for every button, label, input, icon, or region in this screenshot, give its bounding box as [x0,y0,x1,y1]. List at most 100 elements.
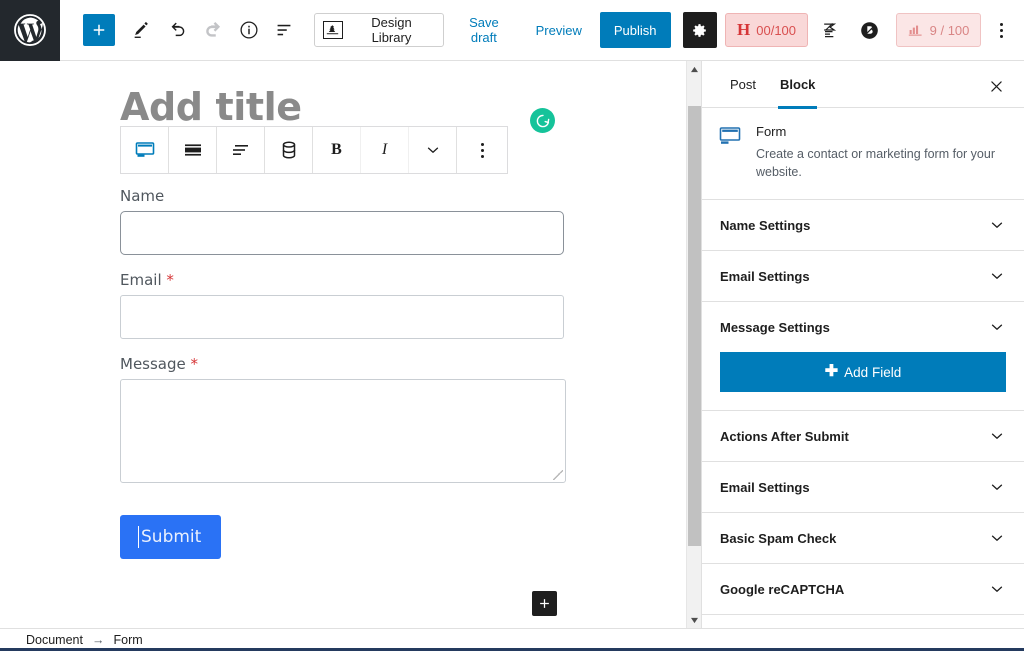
wordpress-logo[interactable] [0,0,60,61]
field-label-text: Name [120,187,164,205]
field-label-text: Email [120,271,162,289]
panel-message-settings: Message Settings ✚ Add Field [702,302,1024,411]
grammarly-icon[interactable] [530,108,555,133]
breadcrumb-document[interactable]: Document [26,633,83,647]
database-icon[interactable] [265,127,313,173]
canvas-scrollbar[interactable] [686,61,701,628]
seo-score: 9 / 100 [930,23,970,38]
hemingway-mark: H [737,20,750,40]
block-options-icon[interactable] [457,127,507,173]
preview-button[interactable]: Preview [524,15,594,46]
close-icon[interactable] [981,71,1011,101]
submit-button-label: Submit [141,527,201,547]
panel-header[interactable]: Basic Spam Check [702,513,1024,563]
form-field-email: Email * [120,271,566,339]
redo-icon[interactable] [195,12,230,48]
panel-email-settings-1: Email Settings [702,251,1024,302]
top-bar-left-tools: Design Library [60,12,444,48]
block-toolbar: B I [120,126,508,174]
block-settings-sidebar: Post Block Form Create a contact or mark… [701,61,1024,628]
chevron-down-icon [988,478,1006,496]
plus-icon: ✚ [825,364,838,380]
form-icon [718,124,742,181]
publish-button[interactable]: Publish [600,12,671,48]
chevron-down-icon [988,427,1006,445]
more-options-icon[interactable] [985,12,1018,48]
undo-icon[interactable] [160,12,195,48]
design-library-button[interactable]: Design Library [314,13,444,47]
panel-header[interactable]: Name Settings [702,200,1024,250]
readability-icon[interactable] [814,13,847,47]
form-field-message: Message * [120,355,566,483]
field-label-text: Message [120,355,186,373]
block-card-description: Create a contact or marketing form for y… [756,145,1006,181]
hemingway-score: 00/100 [756,23,796,38]
panel-actions-after-submit: Actions After Submit [702,411,1024,462]
scroll-up-arrow-icon[interactable] [687,61,702,77]
panel-title: Email Settings [720,269,810,284]
required-marker: * [166,271,174,289]
panel-title: Google reCAPTCHA [720,582,844,597]
editor-top-bar: Design Library Save draft Preview Publis… [0,0,1024,61]
editor-canvas: Add title [0,61,700,628]
text-caret [138,526,139,548]
panel-header[interactable]: Actions After Submit [702,411,1024,461]
panel-title: Basic Spam Check [720,531,836,546]
align-full-icon[interactable] [169,127,217,173]
form-block: Name Email * Message * [120,187,566,559]
panel-header[interactable]: Email Settings [702,462,1024,512]
breadcrumb-separator: → [92,633,105,647]
scrollbar-thumb[interactable] [688,106,701,546]
resize-grip-icon[interactable] [553,470,563,480]
chevron-down-icon [988,267,1006,285]
post-title-placeholder[interactable]: Add title [120,85,302,129]
panel-email-settings-2: Email Settings [702,462,1024,513]
breadcrumb-form[interactable]: Form [113,633,142,647]
block-inserter-button[interactable] [532,591,557,616]
add-block-button[interactable] [83,14,115,46]
italic-icon[interactable]: I [361,127,409,173]
chevron-down-icon [988,216,1006,234]
design-library-label: Design Library [351,15,432,45]
field-label: Email * [120,271,566,289]
message-textarea[interactable] [120,379,566,483]
more-rich-text-icon[interactable] [409,127,457,173]
top-bar-right-tools: Save draft Preview Publish H 00/100 [444,7,1024,53]
sidebar-tabs: Post Block [702,61,1024,108]
chevron-down-icon [988,580,1006,598]
chevron-down-icon [988,529,1006,547]
tab-post[interactable]: Post [718,61,768,108]
tab-block[interactable]: Block [768,61,827,108]
field-label: Name [120,187,566,205]
panel-header[interactable]: Message Settings [702,302,1024,352]
list-view-icon[interactable] [266,12,301,48]
panel-name-settings: Name Settings [702,200,1024,251]
name-input[interactable] [120,211,564,255]
email-input[interactable] [120,295,564,339]
edit-tool-icon[interactable] [125,12,160,48]
panel-basic-spam-check: Basic Spam Check [702,513,1024,564]
settings-gear-icon[interactable] [683,12,717,48]
add-field-button[interactable]: ✚ Add Field [720,352,1006,392]
scroll-down-arrow-icon[interactable] [687,612,702,628]
panel-title: Email Settings [720,480,810,495]
hemingway-score-badge[interactable]: H 00/100 [725,13,808,47]
justify-icon[interactable] [217,127,265,173]
bold-icon[interactable]: B [313,127,361,173]
seo-score-badge[interactable]: 9 / 100 [896,13,982,47]
submit-button[interactable]: Submit [120,515,221,559]
panel-title: Message Settings [720,320,830,335]
block-info-card: Form Create a contact or marketing form … [702,108,1024,200]
panel-header[interactable]: Google reCAPTCHA [702,564,1024,614]
panel-title: Name Settings [720,218,810,233]
save-draft-button[interactable]: Save draft [444,7,524,53]
brand-circle-icon[interactable] [853,13,886,47]
form-field-name: Name [120,187,566,255]
panel-header[interactable]: Email Settings [702,251,1024,301]
seo-bars-icon [908,23,924,37]
details-info-icon[interactable] [231,12,266,48]
panel-google-recaptcha: Google reCAPTCHA [702,564,1024,615]
block-type-form-icon[interactable] [121,127,169,173]
panel-body: ✚ Add Field [702,352,1024,410]
field-label: Message * [120,355,566,373]
